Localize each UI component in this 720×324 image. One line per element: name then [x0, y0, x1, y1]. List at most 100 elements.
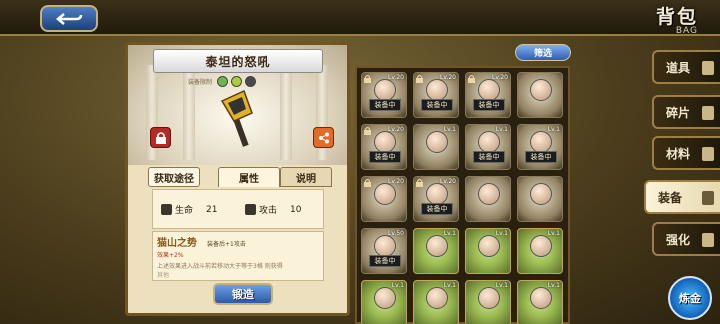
- equipment-slot[interactable]: Lv.1: [465, 228, 511, 274]
- equipment-level: Lv.20: [388, 74, 404, 81]
- skill-description: 上述效果进入战斗前若移动大于等于3格 则获得: [157, 263, 283, 270]
- item-restriction-row: 装备限制: [188, 76, 257, 87]
- equipment-slot[interactable]: Lv.20 装备中: [413, 72, 459, 118]
- equipment-grid: Lv.20 装备中 Lv.20 装备中 Lv.20 装备中 Lv.20 装备中 Lv.1 Lv.1…: [355, 66, 570, 324]
- forge-button[interactable]: 锻造: [213, 283, 273, 305]
- axe-icon: [220, 89, 253, 147]
- skill-name: 猫山之势: [157, 238, 197, 249]
- alchemy-button[interactable]: 炼金: [668, 276, 712, 320]
- stat-atk-value: 10: [290, 204, 302, 215]
- equipment-slot[interactable]: Lv.1: [413, 228, 459, 274]
- equipment-level: Lv.1: [495, 126, 508, 133]
- equipment-level: Lv.50: [388, 230, 404, 237]
- equipment-slot[interactable]: [517, 176, 563, 222]
- equipment-slot[interactable]: Lv.1 装备中: [517, 124, 563, 170]
- lock-icon: [364, 127, 371, 135]
- equipment-slot[interactable]: Lv.1 装备中: [465, 124, 511, 170]
- equipment-slot[interactable]: Lv.1: [517, 280, 563, 324]
- equipment-slot[interactable]: Lv.50 装备中: [361, 228, 407, 274]
- equipment-portrait: [374, 183, 396, 205]
- item-hero-area: 泰坦的怒吼 装备限制: [128, 45, 347, 165]
- equipment-level: Lv.1: [547, 282, 560, 289]
- equipment-portrait: [478, 131, 500, 153]
- menu-item-label: 道具: [666, 60, 691, 75]
- equipment-portrait: [426, 287, 448, 309]
- equipment-slot[interactable]: Lv.1: [465, 280, 511, 324]
- equipment-portrait: [426, 235, 448, 257]
- equipment-level: Lv.20: [492, 74, 508, 81]
- restriction-label: 装备限制: [188, 79, 213, 86]
- top-bar: 背包 BAG: [0, 0, 720, 36]
- equipment-portrait: [374, 131, 396, 153]
- equipment-portrait: [530, 131, 552, 153]
- equipment-level: Lv.20: [388, 126, 404, 133]
- equipment-slot[interactable]: Lv.1: [361, 280, 407, 324]
- back-button[interactable]: [40, 5, 98, 32]
- class-icon-2: [231, 76, 243, 87]
- stats-box: 生命 21 攻击 10: [152, 189, 324, 229]
- equipment-slot[interactable]: Lv.20 装备中: [361, 72, 407, 118]
- equipment-portrait: [374, 79, 396, 101]
- equipment-slot[interactable]: Lv.20 装备中: [413, 176, 459, 222]
- equipment-portrait: [478, 235, 500, 257]
- menu-item-label: 强化: [666, 232, 691, 247]
- equipment-portrait: [478, 183, 500, 205]
- bag-icon: [702, 147, 714, 161]
- lock-icon: [364, 75, 371, 83]
- tab-attributes[interactable]: 属性: [218, 167, 280, 187]
- menu-item-3[interactable]: 装备: [644, 180, 720, 214]
- menu-item-1[interactable]: 碎片: [652, 95, 720, 129]
- item-detail-panel: 泰坦的怒吼 装备限制 获取途径 属性 说明 生命 21 攻击 10 猫山之势 装…: [125, 42, 350, 316]
- lock-icon: [364, 179, 371, 187]
- equipment-slot[interactable]: [465, 176, 511, 222]
- equipment-slot[interactable]: Lv.1: [517, 228, 563, 274]
- menu-item-0[interactable]: 道具: [652, 50, 720, 84]
- share-button[interactable]: [313, 127, 334, 148]
- equipment-level: Lv.20: [388, 178, 404, 185]
- equipment-level: Lv.1: [547, 126, 560, 133]
- equipment-level: Lv.1: [547, 230, 560, 237]
- equipment-portrait: [530, 287, 552, 309]
- equipped-badge: 装备中: [473, 151, 505, 163]
- equipment-level: Lv.1: [443, 282, 456, 289]
- potion-icon: [702, 61, 714, 75]
- equipment-portrait: [426, 79, 448, 101]
- equipment-level: Lv.1: [443, 126, 456, 133]
- equipment-level: Lv.1: [495, 230, 508, 237]
- stat-hp: 生命 21: [161, 203, 217, 216]
- equipped-badge: 装备中: [525, 151, 557, 163]
- equipment-level: Lv.20: [440, 74, 456, 81]
- equipment-portrait: [530, 235, 552, 257]
- class-icon-1: [217, 76, 229, 87]
- equipment-level: Lv.20: [440, 178, 456, 185]
- equipped-badge: 装备中: [421, 99, 453, 111]
- skill-description-more: 其他: [157, 272, 170, 279]
- class-icon-3: [245, 76, 257, 87]
- equipment-slot[interactable]: Lv.20 装备中: [361, 124, 407, 170]
- upgrade-icon: [702, 233, 714, 247]
- equipment-portrait: [374, 235, 396, 257]
- equipment-slot[interactable]: Lv.20: [361, 176, 407, 222]
- back-arrow-icon: [56, 12, 83, 25]
- tab-description[interactable]: 说明: [280, 167, 332, 187]
- equipment-slot[interactable]: Lv.20 装备中: [465, 72, 511, 118]
- item-name-banner: 泰坦的怒吼: [153, 49, 323, 73]
- equipment-portrait: [478, 287, 500, 309]
- menu-item-4[interactable]: 强化: [652, 222, 720, 256]
- equipment-portrait: [426, 131, 448, 153]
- equipment-portrait: [530, 183, 552, 205]
- tab-get-source[interactable]: 获取途径: [148, 167, 200, 187]
- lock-button[interactable]: [150, 127, 171, 148]
- equipment-slot[interactable]: Lv.1: [413, 280, 459, 324]
- equipped-badge: 装备中: [421, 203, 453, 215]
- equipment-level: Lv.1: [495, 282, 508, 289]
- menu-item-2[interactable]: 材料: [652, 136, 720, 170]
- skill-effect: 效果+2%: [157, 252, 184, 259]
- skill-box: 猫山之势 装备后+1攻击 效果+2% 上述效果进入战斗前若移动大于等于3格 则获…: [152, 231, 324, 281]
- sword-icon: [702, 191, 714, 205]
- equipment-slot[interactable]: Lv.1: [413, 124, 459, 170]
- page-title-text: 背包: [655, 6, 698, 28]
- menu-item-label: 装备: [658, 190, 683, 205]
- equipment-slot[interactable]: [517, 72, 563, 118]
- filter-button[interactable]: 筛选: [515, 44, 571, 61]
